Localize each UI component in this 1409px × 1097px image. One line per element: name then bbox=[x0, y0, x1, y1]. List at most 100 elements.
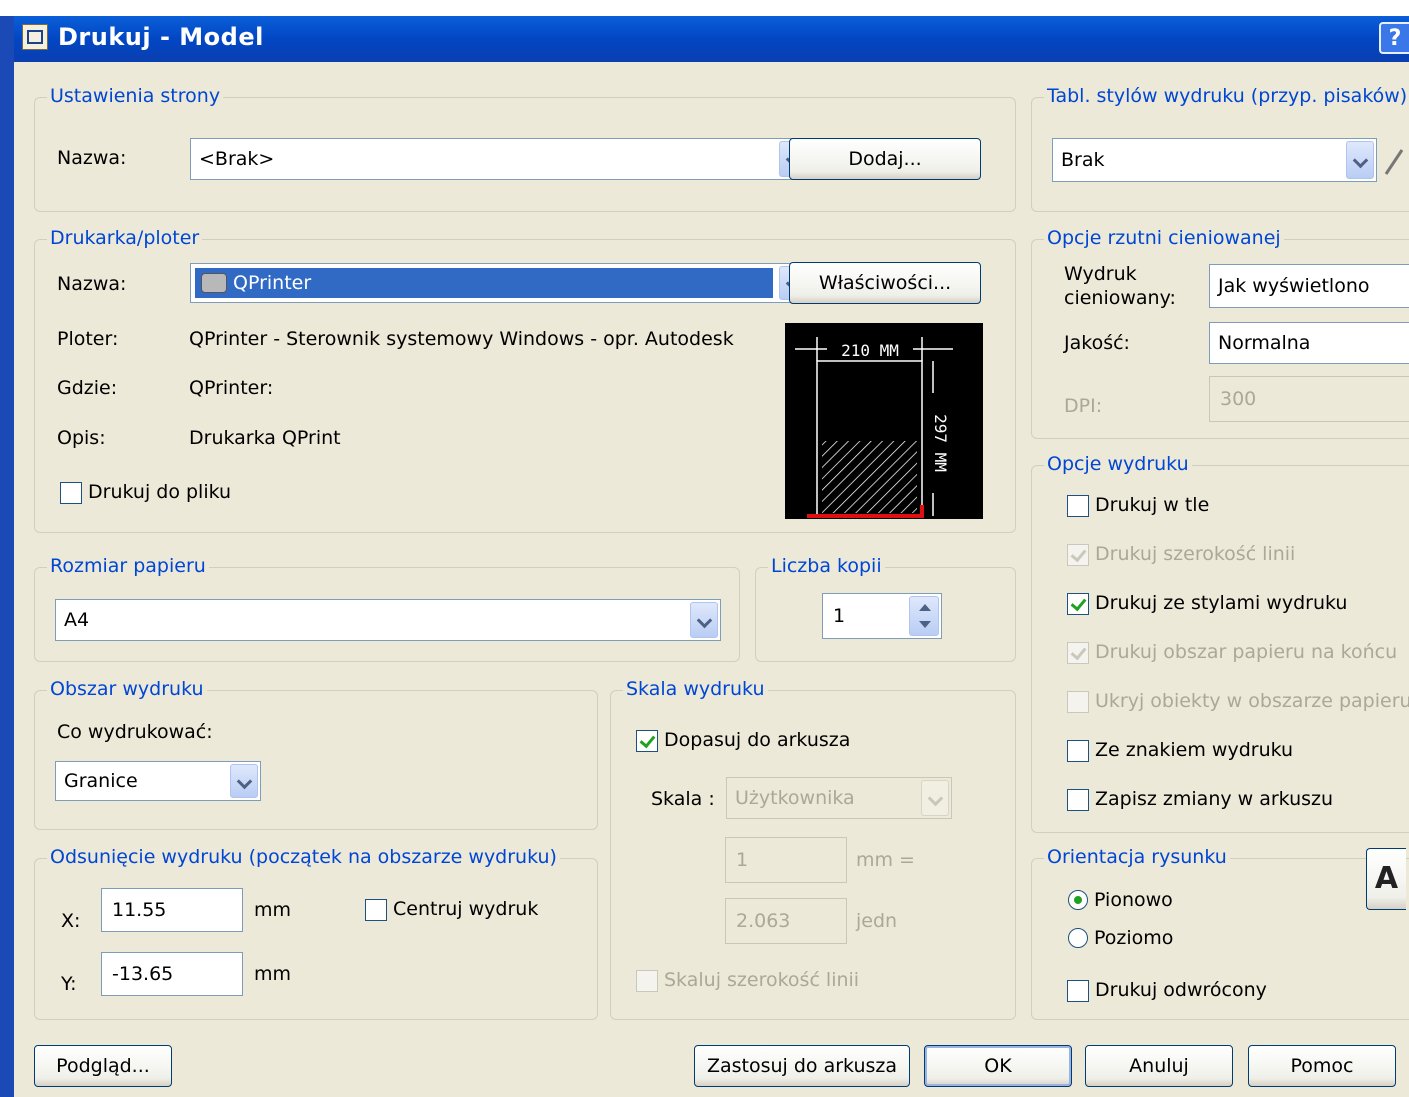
shade-plot-select[interactable]: Jak wyświetlono bbox=[1209, 264, 1409, 308]
y-unit: mm bbox=[254, 963, 292, 985]
checkbox-icon[interactable] bbox=[1067, 789, 1089, 811]
style-table-value: Brak bbox=[1061, 149, 1105, 171]
x-offset-value: 11.55 bbox=[112, 899, 167, 921]
chevron-down-icon[interactable] bbox=[690, 602, 718, 638]
scale-label: Skala : bbox=[651, 788, 715, 810]
shaded-viewport-group: Opcje rzutni cieniowanej Wydruk cieniowa… bbox=[1031, 227, 1409, 439]
plot-options-group: Opcje wydruku Drukuj w tle Drukuj szerok… bbox=[1031, 453, 1409, 833]
radio-icon[interactable] bbox=[1068, 890, 1088, 910]
y-offset-value: -13.65 bbox=[112, 963, 174, 985]
dialog-client-area: Ustawienia strony Nazwa: <Brak> Dodaj...… bbox=[14, 62, 1409, 1097]
help-title-button[interactable]: ? bbox=[1379, 22, 1409, 54]
help-button[interactable]: Pomoc bbox=[1248, 1045, 1396, 1087]
plot-area-select[interactable]: Granice bbox=[55, 761, 261, 801]
apply-button-label: Zastosuj do arkusza bbox=[706, 1055, 898, 1077]
x-offset-field[interactable]: 11.55 bbox=[101, 888, 243, 932]
plot-area-legend: Obszar wydruku bbox=[47, 678, 207, 700]
add-button[interactable]: Dodaj... bbox=[789, 138, 981, 180]
quality-value: Normalna bbox=[1218, 332, 1311, 354]
scale-value1-field[interactable]: 1 bbox=[725, 837, 847, 883]
description-value: Drukarka QPrint bbox=[189, 427, 341, 449]
dpi-value: 300 bbox=[1220, 388, 1257, 410]
checkbox-icon[interactable] bbox=[1067, 495, 1089, 517]
copies-legend: Liczba kopii bbox=[768, 555, 885, 577]
printer-name-select[interactable]: QPrinter bbox=[190, 263, 810, 303]
page-setup-name-select[interactable]: <Brak> bbox=[190, 138, 810, 180]
y-offset-field[interactable]: -13.65 bbox=[101, 952, 243, 996]
page-setup-legend: Ustawienia strony bbox=[47, 85, 224, 107]
scale-value1: 1 bbox=[736, 849, 749, 871]
dpi-label: DPI: bbox=[1064, 395, 1103, 417]
chevron-down-icon[interactable] bbox=[1346, 141, 1374, 179]
page-setup-name-label: Nazwa: bbox=[57, 147, 127, 169]
preview-button-label: Podgląd... bbox=[56, 1055, 150, 1077]
option-label: Drukuj obszar papieru na końcu bbox=[1095, 641, 1398, 663]
window-title: Drukuj - Model bbox=[58, 23, 264, 51]
checkbox-icon[interactable] bbox=[1067, 544, 1089, 566]
page-setup-name-value: <Brak> bbox=[199, 148, 275, 170]
checkbox-icon[interactable] bbox=[1067, 980, 1089, 1002]
option-label: Drukuj szerokość linii bbox=[1095, 543, 1296, 565]
plot-area-group: Obszar wydruku Co wydrukować: Granice bbox=[34, 678, 598, 830]
cancel-button-label: Anuluj bbox=[1129, 1055, 1189, 1077]
plot-area-value: Granice bbox=[64, 770, 138, 792]
printer-legend: Drukarka/ploter bbox=[47, 227, 203, 249]
x-unit: mm bbox=[254, 899, 292, 921]
chevron-down-icon[interactable] bbox=[230, 764, 258, 798]
description-label: Opis: bbox=[57, 427, 106, 449]
x-label: X: bbox=[61, 910, 81, 932]
preview-width-text: 210 MM bbox=[841, 341, 899, 360]
preview-button[interactable]: Podgląd... bbox=[34, 1045, 172, 1087]
title-bar[interactable]: Drukuj - Model ? bbox=[14, 16, 1409, 62]
style-table-select[interactable]: Brak bbox=[1052, 138, 1377, 182]
spin-arrows-icon[interactable] bbox=[909, 596, 939, 636]
option-label: Drukuj ze stylami wydruku bbox=[1095, 592, 1348, 614]
quality-select[interactable]: Normalna bbox=[1209, 322, 1409, 364]
fit-to-paper-label: Dopasuj do arkusza bbox=[664, 729, 851, 751]
edit-pencil-icon[interactable] bbox=[1382, 140, 1406, 180]
properties-button[interactable]: Właściwości... bbox=[789, 262, 981, 304]
chevron-down-icon[interactable] bbox=[921, 780, 949, 816]
ok-button-label: OK bbox=[984, 1055, 1012, 1077]
checkbox-icon[interactable] bbox=[365, 899, 387, 921]
checkbox-icon[interactable] bbox=[1067, 593, 1089, 615]
checkbox-icon[interactable] bbox=[636, 970, 658, 992]
checkbox-icon[interactable] bbox=[636, 730, 658, 752]
preview-height-text: 297 MM bbox=[931, 414, 950, 472]
help-button-label: Pomoc bbox=[1290, 1055, 1354, 1077]
copies-spinner[interactable]: 1 bbox=[822, 593, 942, 639]
paper-size-select[interactable]: A4 bbox=[55, 599, 721, 641]
checkbox-icon[interactable] bbox=[1067, 642, 1089, 664]
plot-scale-group: Skala wydruku Dopasuj do arkusza Skala :… bbox=[610, 678, 1016, 1020]
scale-lineweights-label: Skaluj szerokość linii bbox=[664, 969, 860, 991]
center-plot-label: Centruj wydruk bbox=[393, 898, 539, 920]
apply-to-layout-button[interactable]: Zastosuj do arkusza bbox=[694, 1045, 910, 1087]
copies-value: 1 bbox=[833, 605, 846, 627]
ok-button[interactable]: OK bbox=[924, 1045, 1072, 1087]
properties-button-label: Właściwości... bbox=[818, 272, 952, 294]
checkbox-icon[interactable] bbox=[1067, 740, 1089, 762]
orientation-preview-icon: A bbox=[1366, 848, 1406, 910]
paper-size-group: Rozmiar papieru A4 bbox=[34, 555, 740, 662]
scale-unit2: jedn bbox=[856, 910, 898, 932]
plot-offset-legend: Odsunięcie wydruku (początek na obszarze… bbox=[47, 846, 560, 868]
paper-size-value: A4 bbox=[64, 609, 90, 631]
dpi-field[interactable]: 300 bbox=[1209, 376, 1409, 422]
printer-name-label: Nazwa: bbox=[57, 273, 127, 295]
top-strip bbox=[0, 0, 1409, 16]
window-left-border bbox=[0, 16, 14, 1097]
scale-value2: 2.063 bbox=[736, 910, 791, 932]
plot-upside-down-label: Drukuj odwrócony bbox=[1095, 979, 1267, 1001]
cancel-button[interactable]: Anuluj bbox=[1085, 1045, 1233, 1087]
shaded-viewport-legend: Opcje rzutni cieniowanej bbox=[1044, 227, 1284, 249]
scale-select[interactable]: Użytkownika bbox=[726, 777, 952, 819]
where-value: QPrinter: bbox=[189, 377, 274, 399]
paper-preview: 210 MM 297 MM bbox=[785, 323, 983, 519]
radio-icon[interactable] bbox=[1068, 928, 1088, 948]
quality-label: Jakość: bbox=[1064, 332, 1130, 354]
checkbox-icon[interactable] bbox=[1067, 691, 1089, 713]
paper-preview-drawing: 210 MM 297 MM bbox=[795, 337, 953, 518]
scale-value2-field[interactable]: 2.063 bbox=[725, 898, 847, 944]
option-label: Drukuj w tle bbox=[1095, 494, 1210, 516]
checkbox-icon[interactable] bbox=[60, 482, 82, 504]
